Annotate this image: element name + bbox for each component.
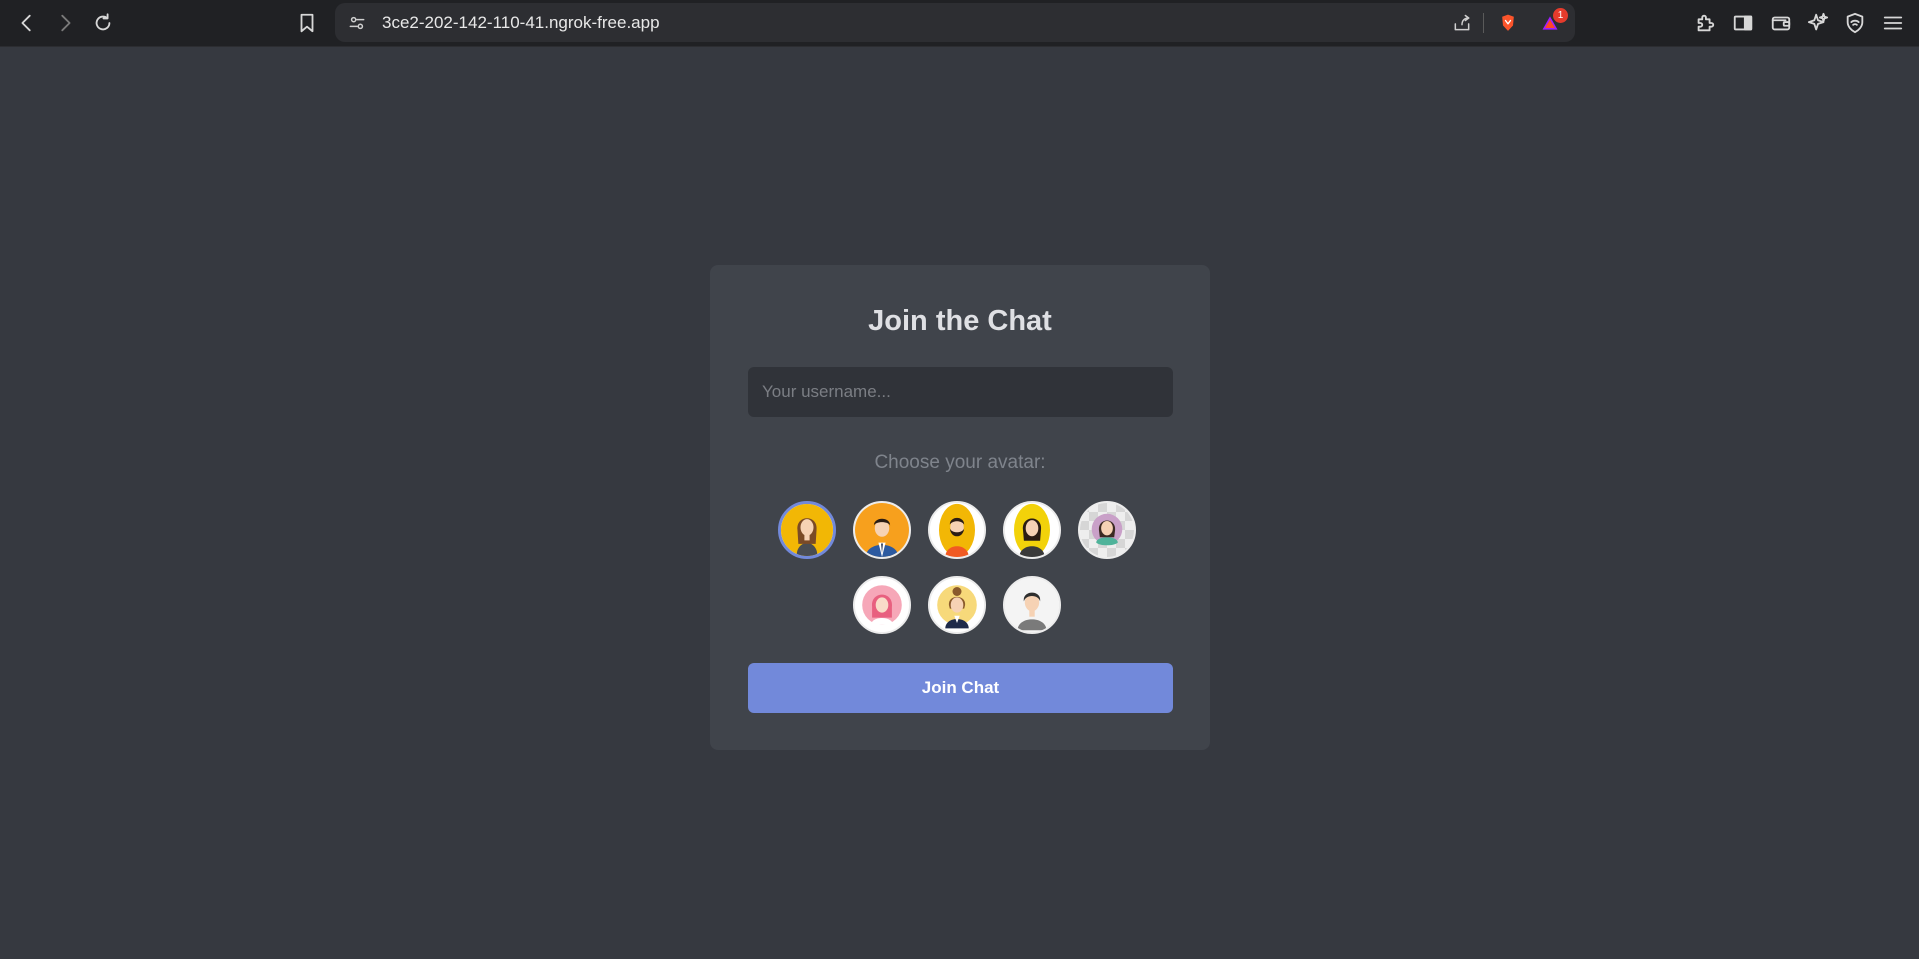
leo-ai-icon: [1807, 12, 1829, 31]
url-text[interactable]: 3ce2-202-142-110-41.ngrok-free.app: [382, 13, 660, 33]
reload-button[interactable]: [88, 8, 118, 38]
avatar-option-4[interactable]: [1003, 501, 1061, 559]
sidebar-icon: [1733, 15, 1753, 31]
username-input[interactable]: [748, 367, 1173, 417]
avatar-option-5[interactable]: [1078, 501, 1136, 559]
back-button[interactable]: [12, 8, 42, 38]
avatar-option-2[interactable]: [853, 501, 911, 559]
join-chat-button[interactable]: Join Chat: [748, 663, 1173, 713]
menu-icon: [1883, 16, 1903, 30]
reload-icon: [95, 13, 111, 31]
page-title: Join the Chat: [868, 305, 1052, 337]
vpn-button[interactable]: [1840, 8, 1870, 38]
site-settings-icon[interactable]: [345, 11, 369, 35]
chevron-right-icon: [61, 14, 71, 32]
forward-button[interactable]: [50, 8, 80, 38]
leo-ai-button[interactable]: [1803, 8, 1833, 38]
sidebar-button[interactable]: [1728, 8, 1758, 38]
wallet-icon: [1771, 16, 1791, 31]
extensions-button[interactable]: [1690, 8, 1720, 38]
vpn-icon: [1846, 12, 1864, 34]
avatar-option-1[interactable]: [778, 501, 836, 559]
avatar-label: Choose your avatar:: [874, 452, 1046, 473]
join-chat-card: Join the Chat Choose your avatar: Join: [710, 265, 1210, 750]
wallet-button[interactable]: [1766, 8, 1796, 38]
avatar-option-7[interactable]: [928, 576, 986, 634]
bookmark-icon: [300, 13, 314, 33]
bookmark-button[interactable]: [292, 8, 322, 38]
rewards-badge: 1: [1553, 8, 1568, 23]
share-icon[interactable]: [1450, 11, 1474, 35]
extensions-icon: [1697, 14, 1715, 32]
avatar-option-8[interactable]: [1003, 576, 1061, 634]
chevron-left-icon: [21, 14, 31, 32]
address-bar[interactable]: 3ce2-202-142-110-41.ngrok-free.app 1: [335, 3, 1575, 42]
avatar-option-6[interactable]: [853, 576, 911, 634]
avatar-option-3[interactable]: [928, 501, 986, 559]
address-divider: [1483, 13, 1484, 33]
browser-toolbar: 3ce2-202-142-110-41.ngrok-free.app 1: [0, 0, 1919, 47]
brave-shields-icon[interactable]: [1496, 11, 1520, 35]
main-menu-button[interactable]: [1878, 8, 1908, 38]
